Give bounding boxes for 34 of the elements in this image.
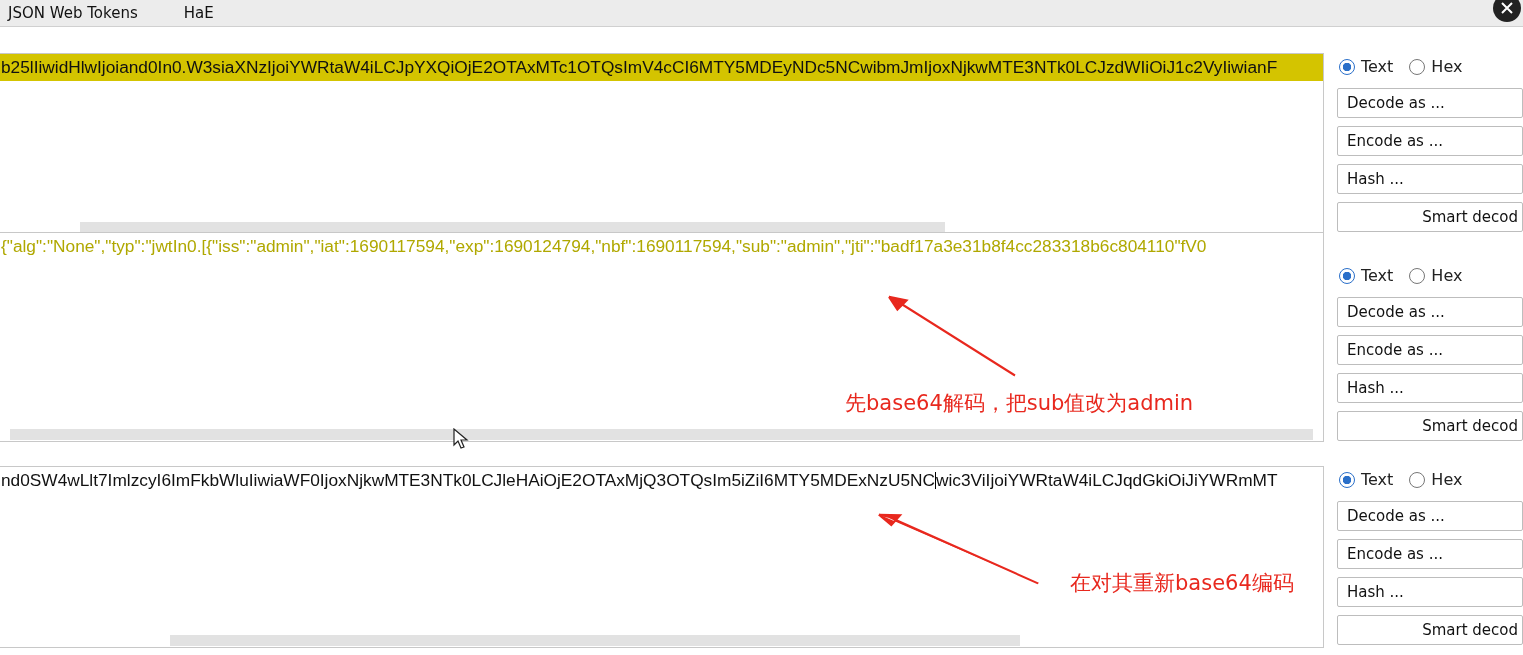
radio-option[interactable]: Hex xyxy=(1409,470,1463,489)
dropdown-button[interactable]: Hash ... xyxy=(1337,373,1523,403)
text-editor[interactable]: nd0SW4wLlt7ImlzcyI6ImFkbWluIiwiaWF0IjoxNjkwMTE3NTk0LCJleHAiOjE2OTAxMjQ3OTQsIm5iZiI6MTY5MDExNzU5NCwic3ViIjoiYWRtaW4iLCJqdGkiOiJiYWRmMT 在对其重新base64编码 xyxy=(0,466,1324,648)
scrollbar-thumb[interactable] xyxy=(10,429,1313,440)
scrollbar-thumb[interactable] xyxy=(80,222,945,233)
dropdown-button[interactable]: Encode as ... xyxy=(1337,126,1523,156)
mouse-cursor-icon xyxy=(453,428,469,450)
radio-option[interactable]: Hex xyxy=(1409,57,1463,76)
dropdown-button[interactable]: Decode as ... xyxy=(1337,88,1523,118)
tab[interactable]: HaE xyxy=(183,4,214,22)
scrollbar-thumb[interactable] xyxy=(170,635,1020,646)
annotation-text: 在对其重新base64编码 xyxy=(1070,570,1294,597)
close-icon xyxy=(1500,1,1514,15)
text-editor[interactable]: b25lIiwidHlwIjoiand0In0.W3siaXNzIjoiYWRtaW4iLCJpYXQiOjE2OTAxMTc1OTQsImV4cCI6MTY5MDEyNDc5NCwibmJmIjoxNjkwMTE3NTk0LCJzdWIiOiJ1c2VyIiwianF xyxy=(0,53,1324,235)
close-button[interactable] xyxy=(1493,0,1521,22)
dropdown-button[interactable]: Decode as ... xyxy=(1337,501,1523,531)
dropdown-button[interactable]: Encode as ... xyxy=(1337,539,1523,569)
dropdown-button[interactable]: Decode as ... xyxy=(1337,297,1523,327)
dropdown-button[interactable]: Hash ... xyxy=(1337,577,1523,607)
smart-decode-button[interactable]: Smart decod xyxy=(1337,202,1523,232)
smart-decode-button[interactable]: Smart decod xyxy=(1337,615,1523,645)
annotation-text: 先base64解码，把sub值改为admin xyxy=(845,390,1194,417)
radio-option[interactable]: Text xyxy=(1339,470,1394,489)
tab[interactable]: JSON Web Tokens xyxy=(8,4,138,22)
text-editor[interactable]: {"alg":"None","typ":"jwtIn0.[{"iss":"admin","iat":1690117594,"exp":1690124794,"nbf":1690117594,"sub":"admin","jti":"badf17a3e31b8f4cc283318b6c804110"fV0 先base64解码，把sub值改为admin xyxy=(0,232,1324,442)
radio-option[interactable]: Text xyxy=(1339,57,1394,76)
dropdown-button[interactable]: Encode as ... xyxy=(1337,335,1523,365)
dropdown-button[interactable]: Hash ... xyxy=(1337,164,1523,194)
editor-text: nd0SW4wLlt7ImlzcyI6ImFkbWluIiwiaWF0IjoxNjkwMTE3NTk0LCJleHAiOjE2OTAxMjQ3OTQsIm5iZiI6MTY5MDExNzU5NCwic3ViIjoiYWRtaW4iLCJqdGkiOiJiYWRmMT xyxy=(0,469,1279,492)
smart-decode-button[interactable]: Smart decod xyxy=(1337,411,1523,441)
radio-option[interactable]: Text xyxy=(1339,266,1394,285)
editor-text: b25lIiwidHlwIjoiand0In0.W3siaXNzIjoiYWRtaW4iLCJpYXQiOjE2OTAxMTc1OTQsImV4cCI6MTY5MDEyNDc5NCwibmJmIjoxNjkwMTE3NTk0LCJzdWIiOiJ1c2VyIiwianF xyxy=(0,54,1323,81)
radio-option[interactable]: Hex xyxy=(1409,266,1463,285)
editor-text: {"alg":"None","typ":"jwtIn0.[{"iss":"admin","iat":1690117594,"exp":1690124794,"nbf":1690117594,"sub":"admin","jti":"badf17a3e31b8f4cc283318b6c804110"fV0 xyxy=(0,235,1208,258)
